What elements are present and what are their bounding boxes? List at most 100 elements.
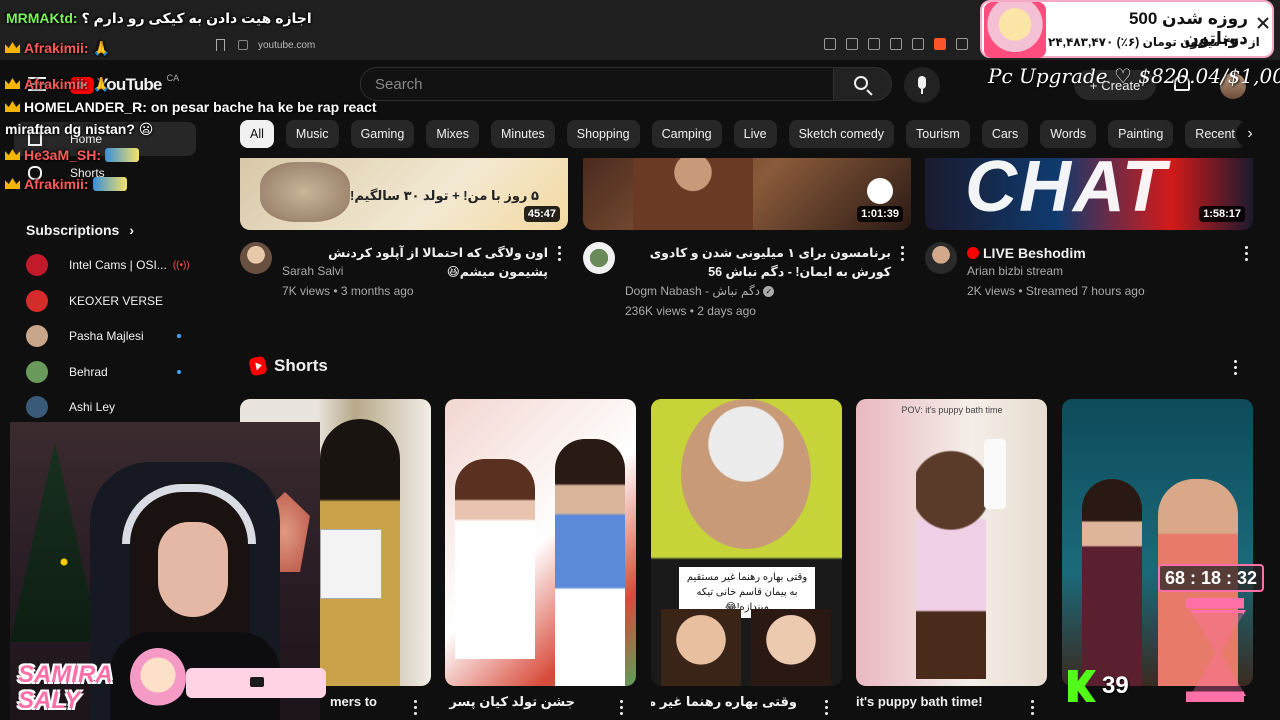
video-duration: 1:01:39 (857, 206, 903, 222)
chip-live[interactable]: Live (733, 120, 777, 148)
donation-goal-widget: 500 روزه شدن دوناتون ۲۴,۴۸۳,۴۷۰ از ۴۲۰ م… (980, 0, 1274, 58)
more-options-icon[interactable] (901, 246, 905, 264)
chip-words[interactable]: Words (1040, 120, 1097, 148)
video-stats: 7K views • 3 months ago (282, 284, 414, 298)
video-title[interactable]: LIVE Beshodim (967, 244, 1233, 263)
laughing-man-image (681, 399, 811, 549)
channel-avatar[interactable] (583, 242, 615, 274)
video-title[interactable]: برنامسون برای ۱ میلیونی شدن و کادوی کورش… (625, 244, 891, 282)
chat-text: 🙏 (92, 40, 111, 56)
chevron-right-icon: › (1247, 125, 1253, 142)
shorts-section-header: Shorts (248, 355, 328, 377)
channel-avatar[interactable] (240, 242, 272, 274)
chip-cars[interactable]: Cars (981, 120, 1029, 148)
thumbnail-text: CHAT (965, 158, 1168, 227)
short-caption-overlay: POV: it's puppy bath time (901, 405, 1003, 415)
sidebar-subscription-item[interactable]: Intel Cams | OSI... ((•)) (26, 250, 196, 280)
brave-shield-icon[interactable] (934, 38, 946, 50)
short-title[interactable]: جشن تولد کیان پسر 😍 جای (445, 694, 575, 710)
chat-message: Afrakimii: 🙏 (5, 76, 110, 93)
streamer-logo: SAMIRA SALY (0, 648, 200, 720)
chip-sketch-comedy[interactable]: Sketch comedy (788, 120, 895, 148)
pc-upgrade-goal: Pc Upgrade ♡ $820.04/$1,000 (988, 64, 1280, 88)
mascot-image (130, 648, 186, 708)
video-thumbnail[interactable]: ۵ روز با من! + تولد ۳۰ سالگیم! 45:47 (240, 158, 568, 230)
chat-message: HOMELANDER_R: on pesar bache ha ke be rap… (5, 96, 435, 140)
sidebar-subscription-item[interactable]: Pasha Majlesi (26, 321, 196, 351)
chip-shopping[interactable]: Shopping (566, 120, 640, 148)
short-thumbnail[interactable]: وقتی بهاره رهنما غیر مستقیم به پیمان قاس… (651, 399, 842, 686)
sidebar-subscription-item[interactable]: KEOXER VERSE (26, 286, 196, 316)
crown-badge-icon (5, 178, 20, 189)
bottle-image (984, 439, 1006, 509)
camera-off-icon[interactable] (824, 38, 836, 50)
browser-actions (824, 38, 968, 50)
mascot-avatar (984, 2, 1046, 58)
chat-emote-icon (105, 148, 140, 162)
zoom-icon[interactable] (868, 38, 880, 50)
video-duration: 45:47 (523, 206, 560, 222)
short-thumbnail[interactable]: POV: it's puppy bath time (856, 399, 1047, 686)
person-image (455, 459, 535, 659)
chip-camping[interactable]: Camping (651, 120, 722, 148)
search-button[interactable] (834, 67, 892, 101)
more-options-icon[interactable] (558, 246, 562, 264)
chat-message: MRMAKtd: اجازه هیت دادن به کیکی رو دارم ؟ (6, 10, 312, 27)
short-title[interactable]: it's puppy bath time! (856, 694, 1036, 709)
subscription-name: KEOXER VERSE (69, 293, 164, 308)
crown-badge-icon (5, 101, 20, 112)
picture-in-picture-icon[interactable] (846, 38, 858, 50)
sidebar-subscription-item[interactable]: Behrad (26, 357, 196, 387)
chip-painting[interactable]: Painting (1108, 120, 1174, 148)
more-options-icon[interactable] (414, 700, 418, 718)
more-options-icon[interactable] (620, 700, 624, 718)
subscription-name: Pasha Majlesi (69, 329, 144, 343)
short-title[interactable]: وقتی بهاره رهنما غیر مستقیم به (651, 694, 797, 710)
thumbnail-text: ۵ روز با من! + تولد ۳۰ سالگیم! (350, 188, 539, 203)
subscription-avatar (26, 325, 48, 347)
chip-tourism[interactable]: Tourism (906, 120, 970, 148)
channel-name[interactable]: Sarah Salvi (282, 264, 343, 278)
chat-message: He3aM_SH: (5, 147, 140, 163)
rewards-icon[interactable] (956, 38, 968, 50)
video-thumbnail[interactable]: CHAT 1:58:17 (925, 158, 1253, 230)
chat-username: MRMAKtd: (6, 10, 78, 26)
kick-viewer-badge: 39 (1068, 668, 1138, 704)
social-bar (186, 668, 326, 698)
more-options-icon[interactable] (1031, 700, 1035, 718)
voice-search-icon[interactable] (904, 67, 940, 103)
donation-progress-text: ۲۴,۴۸۳,۴۷۰ از ۴۲۰ میلیون تومان (۶٪) (1048, 35, 1260, 49)
logo-line-2: SALY (18, 687, 81, 714)
timer-text: 68 : 18 : 32 (1158, 564, 1264, 592)
channel-name[interactable]: Arian bizbi stream (967, 264, 1063, 278)
crown-badge-icon (5, 42, 20, 53)
more-options-icon[interactable] (1245, 246, 1249, 264)
chips-next-button[interactable]: › (1236, 120, 1264, 148)
chat-username: Afrakimii: (24, 76, 89, 92)
close-icon[interactable] (1254, 14, 1272, 32)
subscription-avatar (26, 254, 48, 276)
channel-watermark (867, 178, 893, 204)
subathon-timer: 68 : 18 : 32 (1152, 558, 1270, 708)
live-indicator-icon (967, 247, 979, 259)
channel-avatar[interactable] (925, 242, 957, 274)
sidebar-subscription-item[interactable]: Ashi Ley (26, 392, 196, 422)
subscription-name: Intel Cams | OSI... (69, 258, 167, 272)
kick-logo-icon (1068, 670, 1096, 702)
short-thumbnail[interactable] (445, 399, 636, 686)
subscriptions-label: Subscriptions (26, 222, 120, 238)
more-options-icon[interactable] (1234, 360, 1238, 378)
site-info-icon[interactable] (238, 40, 248, 50)
more-options-icon[interactable] (825, 700, 829, 718)
subscriptions-header[interactable]: Subscriptions › (26, 222, 134, 238)
youtube-icon (250, 677, 264, 687)
chip-minutes[interactable]: Minutes (491, 120, 555, 148)
video-thumbnail[interactable]: 1:01:39 (583, 158, 911, 230)
actor-image (661, 609, 741, 686)
chat-username: He3aM_SH: (24, 147, 102, 163)
bookmark-star-icon[interactable] (912, 38, 924, 50)
channel-line[interactable]: Dogm Nabash - دگم نباش ✓ (625, 284, 775, 298)
search-icon (854, 76, 868, 90)
bookmark-icon[interactable] (216, 39, 225, 51)
share-icon[interactable] (890, 38, 902, 50)
